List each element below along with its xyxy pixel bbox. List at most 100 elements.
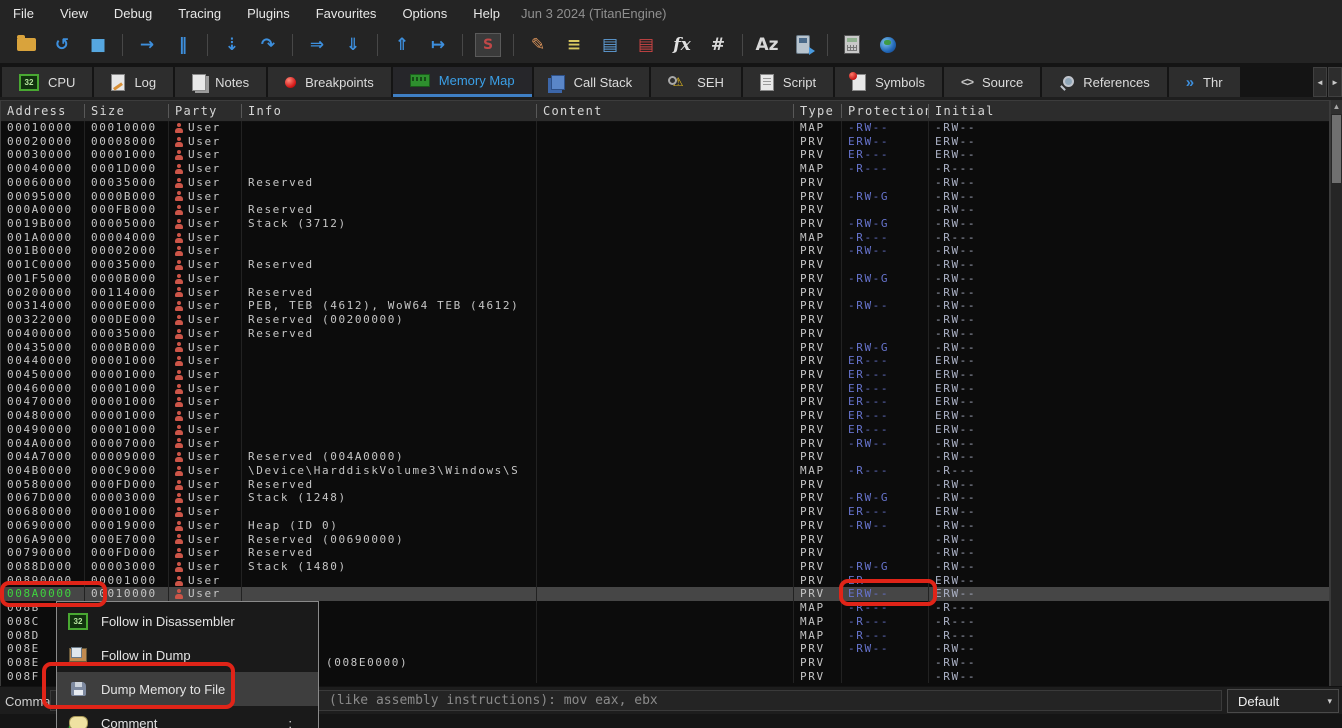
open-file-icon[interactable] <box>8 31 44 59</box>
comment-toolbar-icon[interactable]: ≡ <box>556 31 592 59</box>
table-row[interactable]: 0044000000001000UserPRVER---ERW-- <box>1 354 1329 368</box>
menu-help[interactable]: Help <box>460 0 513 26</box>
table-row[interactable]: 001F50000000B000UserPRV-RW-G-RW-- <box>1 272 1329 286</box>
table-row[interactable]: 006A9000000E7000UserReserved (00690000)P… <box>1 533 1329 547</box>
table-row[interactable]: 004A700000009000UserReserved (004A0000)P… <box>1 450 1329 464</box>
menu-file[interactable]: File <box>0 0 47 26</box>
user-icon <box>175 315 183 325</box>
modules-icon[interactable] <box>785 31 821 59</box>
table-row[interactable]: 0020000000114000UserReservedPRV-RW-- <box>1 286 1329 300</box>
tab-scroll-left-button[interactable]: ◄ <box>1313 67 1327 97</box>
menu-item-follow-in-dump[interactable]: Follow in Dump <box>57 638 318 672</box>
column-header-protection[interactable]: Protection <box>842 104 929 118</box>
tab-symbols[interactable]: Symbols <box>835 67 942 97</box>
tab-memory-map[interactable]: Memory Map <box>393 67 532 97</box>
profile-selector[interactable]: Default ▾ <box>1227 689 1339 713</box>
table-row[interactable]: 000950000000B000UserPRV-RW-G-RW-- <box>1 190 1329 204</box>
tab-notes[interactable]: Notes <box>175 67 266 97</box>
table-row[interactable]: 0048000000001000UserPRVER---ERW-- <box>1 409 1329 423</box>
table-row[interactable]: 004A000000007000UserPRV-RW---RW-- <box>1 437 1329 451</box>
patches-icon[interactable]: ✎ <box>520 31 556 59</box>
run-to-user-code-icon[interactable]: ⇑ <box>384 31 420 59</box>
table-row[interactable]: 003140000000E000UserPEB, TEB (4612), WoW… <box>1 299 1329 313</box>
table-row[interactable]: 0046000000001000UserPRVER---ERW-- <box>1 382 1329 396</box>
step-out-icon[interactable]: ⇓ <box>335 31 371 59</box>
tab-cpu[interactable]: 32CPU <box>2 67 92 97</box>
menu-plugins[interactable]: Plugins <box>234 0 303 26</box>
tab-threads[interactable]: »Thr <box>1169 67 1240 97</box>
table-row[interactable]: 0040000000035000UserReservedPRV-RW-- <box>1 327 1329 341</box>
menu-options[interactable]: Options <box>389 0 460 26</box>
globe-icon-glyph <box>880 37 896 53</box>
menu-tracing[interactable]: Tracing <box>165 0 234 26</box>
vertical-scrollbar[interactable]: ▲ <box>1330 100 1342 687</box>
table-row[interactable]: 0045000000001000UserPRVER---ERW-- <box>1 368 1329 382</box>
menu-item-dump-memory-to-file[interactable]: Dump Memory to File <box>57 672 318 706</box>
labels-icon[interactable]: ▤ <box>592 31 628 59</box>
restart-icon[interactable]: ↺ <box>44 31 80 59</box>
column-header-address[interactable]: Address <box>1 104 85 118</box>
text-case-icon[interactable]: Az <box>749 31 785 59</box>
globe-icon[interactable] <box>870 31 906 59</box>
table-row[interactable]: 001A000000004000UserMAP-R----R--- <box>1 231 1329 245</box>
column-header-initial[interactable]: Initial <box>929 104 1329 118</box>
tab-seh[interactable]: ⚠SEH <box>651 67 741 97</box>
tab-source[interactable]: <>Source <box>944 67 1040 97</box>
column-header-info[interactable]: Info <box>242 104 537 118</box>
table-row[interactable]: 0049000000001000UserPRVER---ERW-- <box>1 423 1329 437</box>
table-row[interactable]: 0047000000001000UserPRVER---ERW-- <box>1 395 1329 409</box>
run-icon[interactable]: → <box>129 31 165 59</box>
execute-till-return-icon[interactable]: ⇒ <box>299 31 335 59</box>
skip-exceptions-icon[interactable]: S <box>475 33 501 57</box>
stop-icon[interactable]: ■ <box>80 31 116 59</box>
table-row[interactable]: 00580000000FD000UserReservedPRV-RW-- <box>1 478 1329 492</box>
table-row[interactable]: 000400000001D000UserMAP-R----R--- <box>1 162 1329 176</box>
hash-icon[interactable]: # <box>700 31 736 59</box>
table-row[interactable]: 000A0000000FB000UserReservedPRV-RW-- <box>1 203 1329 217</box>
table-row[interactable]: 008A000000010000UserPRVERW--ERW-- <box>1 587 1329 601</box>
table-row[interactable]: 00790000000FD000UserReservedPRV-RW-- <box>1 546 1329 560</box>
menu-item-comment[interactable]: Comment; <box>57 706 318 728</box>
tab-call-stack[interactable]: Call Stack <box>534 67 650 97</box>
table-row[interactable]: 0069000000019000UserHeap (ID 0)PRV-RW---… <box>1 519 1329 533</box>
menu-debug[interactable]: Debug <box>101 0 165 26</box>
column-header-party[interactable]: Party <box>169 104 242 118</box>
table-row[interactable]: 0003000000001000UserPRVER---ERW-- <box>1 148 1329 162</box>
table-row[interactable]: 0019B00000005000UserStack (3712)PRV-RW-G… <box>1 217 1329 231</box>
table-row[interactable]: 0068000000001000UserPRVER---ERW-- <box>1 505 1329 519</box>
tab-script[interactable]: Script <box>743 67 833 97</box>
column-header-size[interactable]: Size <box>85 104 169 118</box>
table-row[interactable]: 0002000000008000UserPRVERW--ERW-- <box>1 135 1329 149</box>
tab-log[interactable]: Log <box>94 67 173 97</box>
tab-scroll-right-button[interactable]: ► <box>1328 67 1342 97</box>
tab-breakpoints[interactable]: Breakpoints <box>268 67 391 97</box>
function-icon[interactable]: fx <box>664 31 700 59</box>
bookmarks-icon[interactable]: ▤ <box>628 31 664 59</box>
column-header-type[interactable]: Type <box>794 104 842 118</box>
table-row[interactable]: 00322000000DE000UserReserved (00200000)P… <box>1 313 1329 327</box>
step-into-icon[interactable]: ⇣ <box>214 31 250 59</box>
table-row[interactable]: 0006000000035000UserReservedPRV-RW-- <box>1 176 1329 190</box>
column-header-content[interactable]: Content <box>537 104 794 118</box>
cell-content <box>537 121 794 135</box>
calculator-icon[interactable] <box>834 31 870 59</box>
menu-favourites[interactable]: Favourites <box>303 0 390 26</box>
cell-address: 00322000 <box>1 313 85 327</box>
table-row[interactable]: 001B000000002000UserPRV-RW---RW-- <box>1 244 1329 258</box>
table-row[interactable]: 0001000000010000UserMAP-RW---RW-- <box>1 121 1329 135</box>
scrollbar-thumb[interactable] <box>1332 115 1341 183</box>
table-row[interactable]: 0088D00000003000UserStack (1480)PRV-RW-G… <box>1 560 1329 574</box>
trace-into-icon[interactable]: ↦ <box>420 31 456 59</box>
table-row[interactable]: 004B0000000C9000User\Device\HarddiskVolu… <box>1 464 1329 478</box>
table-row[interactable]: 0067D00000003000UserStack (1248)PRV-RW-G… <box>1 491 1329 505</box>
tab-references[interactable]: References <box>1042 67 1166 97</box>
pause-icon[interactable]: ‖ <box>165 31 201 59</box>
step-over-icon[interactable]: ↷ <box>250 31 286 59</box>
menu-view[interactable]: View <box>47 0 101 26</box>
table-row[interactable]: 001C000000035000UserReservedPRV-RW-- <box>1 258 1329 272</box>
scroll-up-arrow-icon[interactable]: ▲ <box>1331 100 1342 114</box>
table-row[interactable]: 0089000000001000UserPRVER---ERW-- <box>1 574 1329 588</box>
cell-initial: -RW-- <box>929 519 1329 533</box>
menu-item-follow-in-disassembler[interactable]: 32Follow in Disassembler <box>57 604 318 638</box>
table-row[interactable]: 004350000000B000UserPRV-RW-G-RW-- <box>1 341 1329 355</box>
